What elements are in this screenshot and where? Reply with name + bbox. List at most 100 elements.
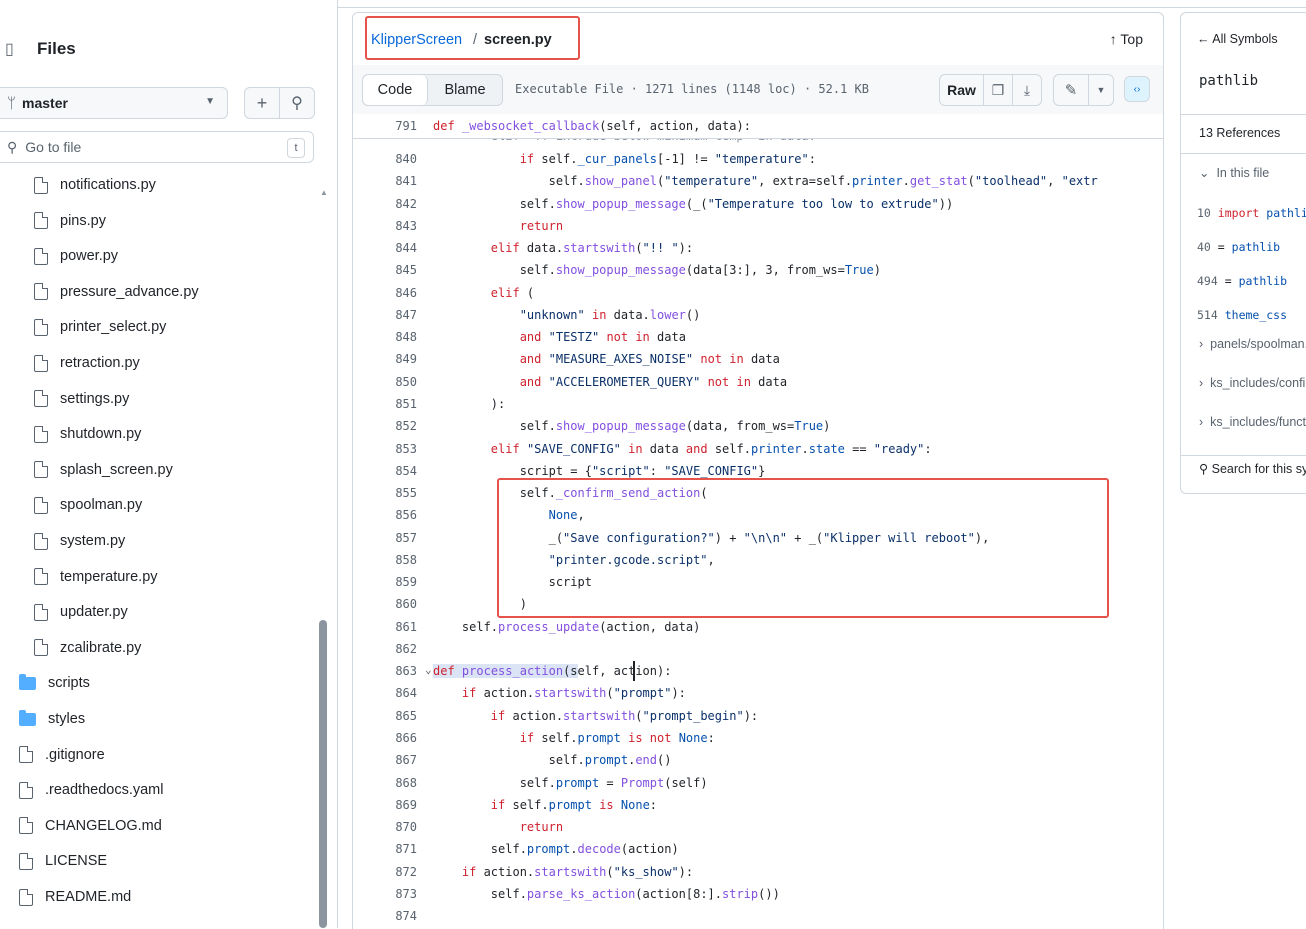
line-number[interactable]: 867 (353, 753, 417, 767)
files-title: Files (37, 39, 76, 58)
code-line: 848 and "TESTZ" not in data (353, 326, 1163, 348)
file-icon (34, 176, 48, 194)
tree-file-item[interactable]: printer_select.py (34, 310, 166, 344)
all-symbols-link[interactable]: ← All Symbols (1197, 32, 1306, 46)
code-line: 850 and "ACCELEROMETER_QUERY" not in dat… (353, 371, 1163, 393)
line-number[interactable]: 851 (353, 397, 417, 411)
top-link[interactable]: ↑ Top (1110, 31, 1143, 47)
line-number[interactable]: 861 (353, 620, 417, 634)
line-number[interactable]: 854 (353, 464, 417, 478)
line-number[interactable]: 864 (353, 686, 417, 700)
pencil-icon[interactable]: ✎ (1054, 75, 1089, 105)
line-number[interactable]: 860 (353, 597, 417, 611)
code-text: def _websocket_callback(self, action, da… (433, 119, 751, 133)
tree-item-label: retraction.py (60, 355, 140, 371)
raw-button[interactable]: Raw (940, 75, 984, 105)
fold-chevron-icon[interactable]: ⌄ (425, 663, 432, 676)
tree-file-item[interactable]: CHANGELOG.md (19, 809, 162, 843)
tree-file-item[interactable]: LICENSE (19, 844, 107, 878)
line-number[interactable]: 848 (353, 330, 417, 344)
tree-file-item[interactable]: .gitignore (19, 738, 105, 772)
line-number[interactable]: 845 (353, 263, 417, 277)
code-text: if self.prompt is not None: (519, 731, 715, 746)
scroll-up-arrow[interactable]: ▲ (320, 188, 328, 197)
line-number[interactable]: 872 (353, 865, 417, 879)
line-number[interactable]: 841 (353, 174, 417, 188)
tree-file-item[interactable]: updater.py (34, 595, 128, 629)
add-file-button[interactable]: + (244, 87, 280, 119)
line-number[interactable]: 850 (353, 375, 417, 389)
line-number[interactable]: 874 (353, 909, 417, 923)
tree-file-item[interactable]: settings.py (34, 382, 129, 416)
line-number[interactable]: 863 (353, 664, 417, 678)
download-icon[interactable]: ⤓ (1013, 75, 1041, 105)
breadcrumb: KlipperScreen / screen.py ↑ Top (353, 13, 1163, 66)
tree-item-label: notifications.py (60, 177, 156, 193)
reference-group[interactable]: › ks_includes/functions.py (1199, 415, 1306, 429)
line-number[interactable]: 840 (353, 152, 417, 166)
line-number[interactable]: 862 (353, 642, 417, 656)
tree-file-item[interactable]: power.py (34, 239, 118, 273)
line-number[interactable]: 844 (353, 241, 417, 255)
line-number[interactable]: 866 (353, 731, 417, 745)
search-button[interactable]: ⚲ (279, 87, 315, 119)
tree-file-item[interactable]: system.py (34, 524, 125, 558)
tree-file-item[interactable]: .readthedocs.yaml (19, 773, 163, 807)
line-number[interactable]: 868 (353, 776, 417, 790)
reference-group[interactable]: › ks_includes/config.py (1199, 376, 1306, 390)
line-number[interactable]: 873 (353, 887, 417, 901)
tree-file-item[interactable]: zcalibrate.py (34, 631, 141, 665)
tree-file-item[interactable]: retraction.py (34, 346, 140, 380)
tree-file-item[interactable]: notifications.py (34, 168, 156, 202)
search-symbol-link[interactable]: ⚲ Search for this symbol (1199, 461, 1306, 476)
code-line: 867 self.prompt.end() (353, 749, 1163, 771)
tree-file-item[interactable]: temperature.py (34, 560, 158, 594)
line-number[interactable]: 852 (353, 419, 417, 433)
copy-icon[interactable]: ❐ (984, 75, 1013, 105)
line-number[interactable]: 858 (353, 553, 417, 567)
in-this-file-toggle[interactable]: ⌄ In this file (1199, 165, 1306, 180)
go-to-file-input[interactable]: ⚲ Go to file t (0, 131, 314, 163)
line-number[interactable]: 843 (353, 219, 417, 233)
line-number[interactable]: 870 (353, 820, 417, 834)
tree-file-item[interactable]: shutdown.py (34, 417, 141, 451)
line-number[interactable]: 855 (353, 486, 417, 500)
symbol-name: pathlib (1199, 73, 1259, 89)
tree-folder-item[interactable]: scripts (19, 666, 90, 700)
line-number[interactable]: 869 (353, 798, 417, 812)
sidebar-collapse-icon[interactable]: ▯ (5, 39, 23, 59)
line-number[interactable]: 856 (353, 508, 417, 522)
tree-file-item[interactable]: splash_screen.py (34, 453, 173, 487)
sidebar-scrollbar-thumb[interactable] (319, 620, 327, 928)
line-number[interactable]: 871 (353, 842, 417, 856)
reference-group[interactable]: › panels/spoolman.py (1199, 337, 1306, 351)
tree-item-label: .gitignore (45, 746, 105, 763)
line-number[interactable]: 846 (353, 286, 417, 300)
code-line: 871 self.prompt.decode(action) (353, 838, 1163, 860)
line-number[interactable]: 853 (353, 442, 417, 456)
line-number[interactable]: 859 (353, 575, 417, 589)
line-number[interactable]: 865 (353, 709, 417, 723)
line-number[interactable]: 847 (353, 308, 417, 322)
code-line: 863 def process_action(self, action): ⌄ (353, 660, 1163, 682)
line-number[interactable]: 791 (353, 119, 417, 133)
tree-file-item[interactable]: README.md (19, 880, 131, 914)
tree-folder-item[interactable]: styles (19, 702, 85, 736)
tree-file-item[interactable]: spoolman.py (34, 488, 142, 522)
chevron-down-icon[interactable]: ▼ (1089, 75, 1113, 105)
reference-item[interactable]: 494 = pathlib (1197, 274, 1306, 288)
tree-file-item[interactable]: pins.py (34, 204, 106, 238)
symbols-panel-toggle-icon[interactable]: ‹› (1124, 76, 1150, 102)
blame-tab[interactable]: Blame (428, 75, 502, 105)
reference-item[interactable]: 40 = pathlib (1197, 240, 1306, 254)
plus-icon: + (256, 92, 268, 113)
line-number[interactable]: 842 (353, 197, 417, 211)
line-number[interactable]: 849 (353, 352, 417, 366)
code-tab[interactable]: Code (363, 75, 428, 105)
reference-item[interactable]: 10 import pathlib (1197, 206, 1306, 220)
reference-item[interactable]: 514 theme_css (1197, 308, 1306, 322)
tree-file-item[interactable]: pressure_advance.py (34, 275, 199, 309)
branch-selector[interactable]: ᛘ master ▼ (0, 87, 228, 119)
sticky-scope-line[interactable]: 791 def _websocket_callback(self, action,… (353, 114, 1163, 139)
line-number[interactable]: 857 (353, 531, 417, 545)
